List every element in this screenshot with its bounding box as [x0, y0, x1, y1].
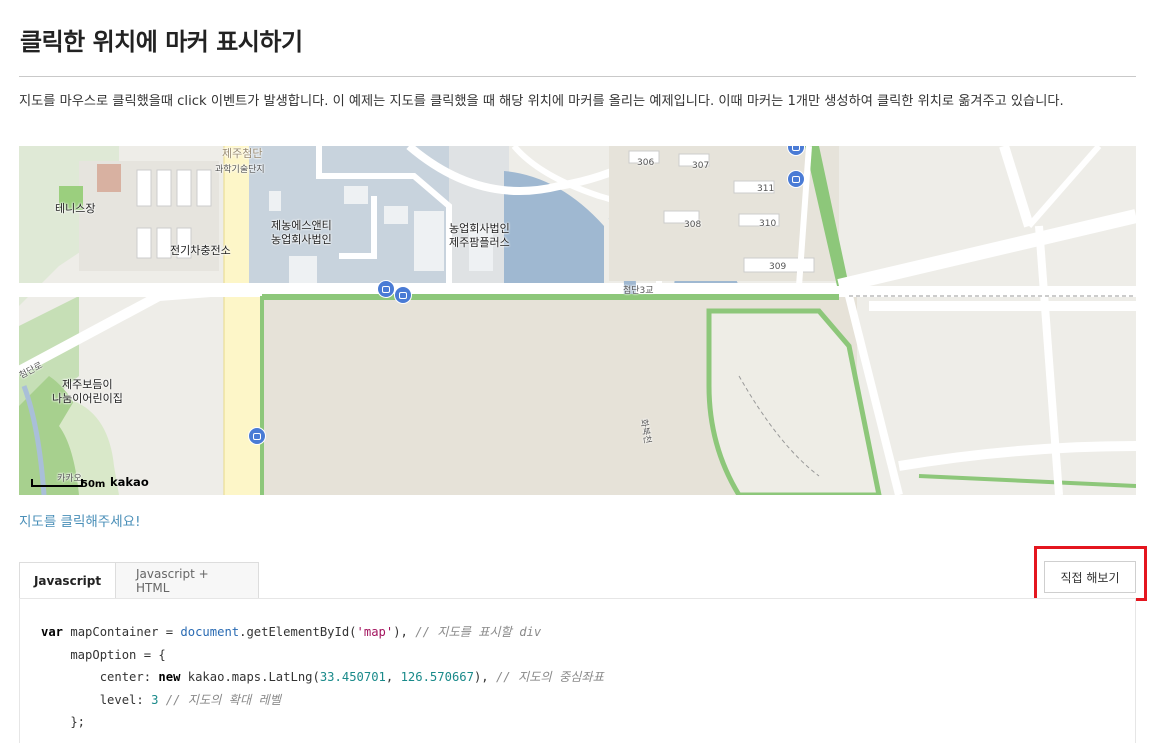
- bus-stop-icon[interactable]: [248, 427, 266, 445]
- code-line-4: level: 3 // 지도의 확대 레벨: [41, 692, 281, 707]
- map-label-cheomdan: 제주첨단: [222, 147, 263, 160]
- map-label-b310: 310: [759, 219, 777, 229]
- map-label-b307: 307: [692, 161, 710, 171]
- map-label-science-park: 과학기술단지: [215, 165, 265, 175]
- code-tabs: Javascript Javascript + HTML: [19, 562, 259, 599]
- code-panel: var mapContainer = document.getElementBy…: [19, 598, 1136, 743]
- map-label-tennis: 테니스장: [55, 202, 96, 215]
- map[interactable]: 제주첨단 과학기술단지 테니스장 전기차충전소 제농에스앤티 농업회사법인 농업…: [19, 146, 1136, 495]
- map-label-daycare-1: 제주보듬이: [62, 378, 113, 391]
- tab-javascript-html[interactable]: Javascript + HTML: [116, 562, 259, 599]
- code-block: var mapContainer = document.getElementBy…: [41, 621, 604, 734]
- map-label-b309: 309: [769, 262, 787, 272]
- map-label-jenong-2: 농업회사법인: [271, 233, 332, 246]
- code-line-2: mapOption = {: [41, 647, 166, 662]
- map-label-daycare-2: 나눔이어린이집: [52, 392, 123, 405]
- highlight-box: [1034, 546, 1147, 601]
- tab-javascript[interactable]: Javascript: [19, 562, 116, 599]
- code-line-3: center: new kakao.maps.LatLng(33.450701,…: [41, 670, 604, 685]
- map-label-b308: 308: [684, 220, 702, 230]
- page-title: 클릭한 위치에 마커 표시하기: [20, 28, 303, 56]
- kakao-logo[interactable]: kakao: [110, 475, 149, 489]
- map-label-nong-1: 농업회사법인: [449, 222, 510, 235]
- map-label-nong-2: 제주팜플러스: [449, 236, 510, 249]
- map-label-ev-charging: 전기차충전소: [170, 244, 231, 257]
- code-line-5: };: [41, 715, 86, 730]
- map-label-bridge: 첨단3교: [623, 286, 654, 296]
- bus-stop-icon[interactable]: [787, 170, 805, 188]
- map-label-b306: 306: [637, 158, 655, 168]
- map-label-jenong-1: 제농에스앤티: [271, 219, 332, 232]
- bus-stop-icon[interactable]: [394, 286, 412, 304]
- click-status-message: 지도를 클릭해주세요!: [19, 514, 141, 530]
- page-description: 지도를 마우스로 클릭했을때 click 이벤트가 발생합니다. 이 예제는 지…: [19, 94, 1064, 109]
- bus-stop-icon[interactable]: [377, 280, 395, 298]
- map-scale-bar: [31, 479, 83, 487]
- map-tiles: [19, 146, 1136, 495]
- map-label-b311: 311: [757, 184, 775, 194]
- code-line-1: var mapContainer = document.getElementBy…: [41, 625, 542, 639]
- title-divider: [19, 76, 1136, 77]
- map-scale-text: 50m: [81, 479, 106, 490]
